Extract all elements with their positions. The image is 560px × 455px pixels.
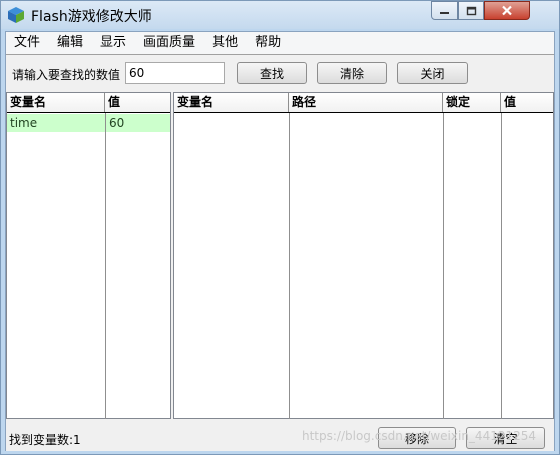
search-label: 请输入要查找的数值 [12,68,121,82]
search-row: 请输入要查找的数值 查找 清除 关闭 [6,55,554,91]
find-button[interactable]: 查找 [237,62,307,84]
menu-edit[interactable]: 编辑 [49,32,92,54]
column-divider [289,113,290,419]
header-divider [7,112,170,113]
watermark: https://blog.csdn.net/weixin_44121254 [302,429,537,443]
column-divider [443,113,444,419]
col-header-value[interactable]: 值 [501,93,553,112]
menu-bar: 文件 编辑 显示 画面质量 其他 帮助 [6,32,554,54]
row-variable-value: 60 [106,114,170,132]
search-value-input[interactable] [125,62,225,84]
column-divider [501,113,502,419]
menu-help[interactable]: 帮助 [247,32,290,54]
found-count-text: 找到变量数:1 [9,433,81,447]
minimize-button[interactable] [431,1,458,20]
header-divider [174,112,553,113]
clear-button[interactable]: 清除 [317,62,387,84]
col-header-value[interactable]: 值 [105,93,170,112]
close-icon [502,5,512,16]
menu-other[interactable]: 其他 [204,32,247,54]
col-header-lock[interactable]: 锁定 [443,93,501,112]
locked-variables-list[interactable]: 变量名 路径 锁定 值 [173,92,554,419]
close-dialog-button[interactable]: 关闭 [397,62,468,84]
row-variable-name: time [7,114,105,132]
menu-quality[interactable]: 画面质量 [135,32,204,54]
app-window: Flash游戏修改大师 文件 编辑 显示 画面质量 其他 帮助 请输入要查找的数… [0,0,560,455]
col-header-name[interactable]: 变量名 [7,93,105,112]
menu-view[interactable]: 显示 [92,32,135,54]
maximize-button[interactable] [458,1,484,20]
minimize-icon [440,11,449,14]
maximize-icon [466,6,476,15]
col-header-path[interactable]: 路径 [289,93,443,112]
app-cube-icon [8,7,24,23]
window-title: Flash游戏修改大师 [31,9,152,25]
title-bar[interactable]: Flash游戏修改大师 [1,1,559,29]
client-area: 文件 编辑 显示 画面质量 其他 帮助 请输入要查找的数值 查找 清除 关闭 变… [5,31,555,451]
table-row[interactable]: time 60 [7,114,170,132]
col-header-name[interactable]: 变量名 [174,93,289,112]
column-divider [105,113,106,419]
close-button[interactable] [484,1,530,20]
menu-file[interactable]: 文件 [6,32,49,54]
results-list[interactable]: 变量名 值 time 60 [6,92,171,419]
